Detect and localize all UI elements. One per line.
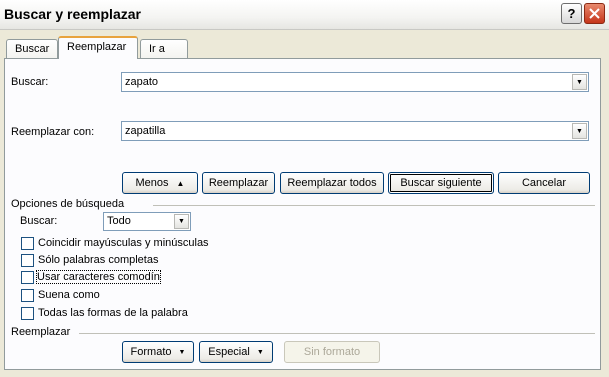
replace-section-header: Reemplazar [11, 326, 71, 338]
tab-panel: Buscar: zapato ▼ Reemplazar con: zapatil… [4, 58, 601, 370]
divider [153, 205, 595, 206]
no-format-label: Sin formato [303, 346, 361, 358]
word-forms-checkbox[interactable] [21, 307, 34, 320]
tab-label: Reemplazar [67, 41, 127, 53]
match-case-label[interactable]: Coincidir mayúsculas y minúsculas [38, 237, 209, 249]
sounds-like-label[interactable]: Suena como [38, 289, 100, 301]
special-label: Especial [208, 346, 250, 358]
replace-label: Reemplazar con: [11, 126, 95, 138]
title-bar[interactable]: Buscar y reemplazar ? [0, 0, 609, 30]
less-button[interactable]: Menos ▲ [122, 172, 198, 194]
match-case-checkbox[interactable] [21, 237, 34, 250]
wildcards-checkbox[interactable] [21, 271, 34, 284]
cancel-button[interactable]: Cancelar [498, 172, 590, 194]
search-options-header: Opciones de búsqueda [11, 198, 125, 210]
help-button[interactable]: ? [561, 3, 582, 24]
replace-all-button[interactable]: Reemplazar todos [280, 172, 384, 194]
format-button[interactable]: Formato ▼ [122, 341, 194, 363]
replace-button-label: Reemplazar [208, 177, 269, 189]
find-label: Buscar: [11, 76, 49, 88]
chevron-down-icon: ▼ [256, 348, 264, 356]
chevron-up-icon: ▲ [176, 178, 185, 188]
chevron-down-icon[interactable]: ▼ [174, 214, 189, 229]
tab-reemplazar[interactable]: Reemplazar [58, 36, 138, 59]
format-label: Formato [130, 346, 172, 358]
close-button[interactable] [584, 3, 605, 24]
direction-label: Buscar: [20, 215, 58, 227]
wildcards-label[interactable]: Usar caracteres comodín [36, 270, 161, 284]
tab-buscar[interactable]: Buscar [6, 39, 58, 59]
tab-label: Buscar [15, 43, 50, 55]
tab-label: Ir a [149, 43, 165, 55]
chevron-down-icon[interactable]: ▼ [572, 74, 587, 90]
replace-combobox[interactable]: zapatilla ▼ [121, 121, 589, 141]
special-button[interactable]: Especial ▼ [199, 341, 273, 363]
direction-value: Todo [107, 215, 131, 227]
less-label: Menos [135, 177, 169, 189]
replace-all-label: Reemplazar todos [287, 177, 377, 189]
cancel-label: Cancelar [521, 177, 567, 189]
find-input[interactable]: zapato [125, 76, 158, 88]
chevron-down-icon[interactable]: ▼ [572, 123, 587, 139]
word-forms-label[interactable]: Todas las formas de la palabra [38, 307, 188, 319]
replace-input[interactable]: zapatilla [125, 125, 165, 137]
divider [79, 333, 595, 334]
find-next-button[interactable]: Buscar siguiente [388, 172, 494, 194]
replace-button[interactable]: Reemplazar [202, 172, 275, 194]
sounds-like-checkbox[interactable] [21, 289, 34, 302]
tab-ir-a[interactable]: Ir a [140, 39, 188, 59]
chevron-down-icon: ▼ [178, 348, 186, 356]
no-format-button[interactable]: Sin formato [284, 341, 380, 363]
direction-select[interactable]: Todo ▼ [103, 212, 191, 231]
close-icon [589, 8, 600, 19]
window-title: Buscar y reemplazar [4, 6, 141, 22]
whole-words-label[interactable]: Sólo palabras completas [38, 254, 158, 266]
question-icon: ? [567, 6, 576, 21]
find-next-label: Buscar siguiente [400, 177, 482, 189]
whole-words-checkbox[interactable] [21, 254, 34, 267]
find-combobox[interactable]: zapato ▼ [121, 72, 589, 92]
